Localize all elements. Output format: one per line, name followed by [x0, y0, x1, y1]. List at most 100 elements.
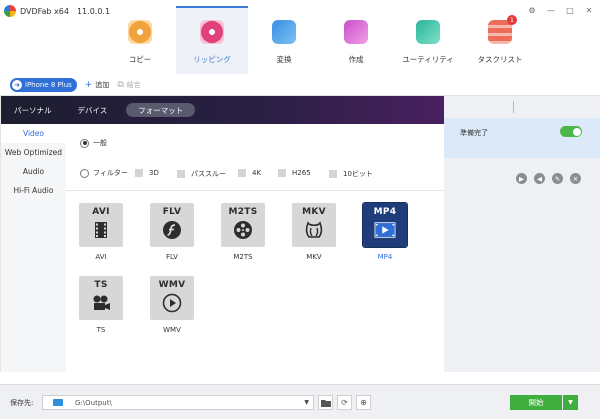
module-tabs: コピー リッピング 変換 作成 ユーティリティ 1 タスクリスト: [104, 6, 536, 74]
format-name: MKV: [306, 253, 322, 261]
arrow-right-icon: ➜: [12, 80, 22, 90]
checkbox-4k[interactable]: 4K: [238, 169, 261, 177]
play-icon[interactable]: ▶: [516, 173, 527, 184]
browse-folder-button[interactable]: [318, 395, 333, 410]
tab-label: タスクリスト: [477, 55, 523, 64]
camera-icon: [90, 292, 112, 314]
task-status-row: 準備完了: [444, 118, 600, 158]
add-label: 追加: [95, 81, 110, 89]
profile-tabs: パーソナル デバイス フォーマット: [1, 96, 445, 124]
checkbox-10bit[interactable]: 10ビット: [329, 169, 373, 179]
format-ts[interactable]: TS TS: [78, 276, 124, 334]
creator-icon: [344, 20, 368, 44]
checkbox-h265[interactable]: H265: [278, 169, 311, 177]
format-name: MP4: [377, 253, 393, 261]
tab-label: リッピング: [193, 55, 231, 64]
tab-ripper[interactable]: リッピング: [176, 6, 248, 74]
flash-icon: [161, 219, 183, 241]
filter-radio[interactable]: フィルター: [80, 168, 128, 178]
format-content: 一般 フィルター 3D パススルー 4K H265 10ビット AVI AVI …: [66, 124, 444, 372]
start-dropdown-button[interactable]: ▼: [563, 395, 578, 410]
tab-tasklist[interactable]: 1 タスクリスト: [464, 6, 536, 74]
format-name: TS: [96, 326, 106, 334]
task-toggle[interactable]: [560, 126, 582, 137]
task-panel: 準備完了 ▶ ◀ ✎ ✕: [444, 95, 600, 372]
format-m2ts[interactable]: M2TS M2TS: [220, 203, 266, 261]
radio-circle: [80, 168, 89, 178]
tab-personal[interactable]: パーソナル: [1, 96, 65, 124]
folder-open-icon: [320, 399, 331, 407]
format-name: WMV: [163, 326, 181, 334]
device-selector[interactable]: ➜ iPhone 8 Plus: [10, 78, 77, 92]
radio-circle: [80, 138, 89, 148]
format-mkv[interactable]: MKV MKV: [291, 203, 337, 261]
add-button[interactable]: + 追加: [85, 80, 110, 90]
general-label: 一般: [93, 139, 107, 147]
checkbox-box: [329, 170, 337, 178]
close-button[interactable]: ✕: [583, 4, 595, 16]
ripper-disc-icon: [200, 20, 224, 44]
format-tile-label: MP4: [373, 207, 397, 217]
maximize-button[interactable]: □: [564, 4, 576, 16]
tab-label: ユーティリティ: [402, 55, 454, 64]
format-tile-label: WMV: [158, 280, 186, 290]
film-reel-icon: [232, 219, 254, 241]
format-tile: FLV: [150, 203, 194, 247]
checkbox-box: [238, 169, 246, 177]
format-avi[interactable]: AVI AVI: [78, 203, 124, 261]
general-radio[interactable]: 一般: [80, 138, 107, 148]
tab-utility[interactable]: ユーティリティ: [392, 6, 464, 74]
task-count-badge: 1: [507, 15, 517, 25]
task-controls-area: ▶ ◀ ✎ ✕: [444, 158, 600, 372]
start-button[interactable]: 開始: [510, 395, 562, 410]
back-icon[interactable]: ◀: [534, 173, 545, 184]
refresh-button[interactable]: ⟳: [337, 395, 352, 410]
plus-icon: +: [84, 80, 93, 90]
dvdfab-logo-icon: [4, 5, 16, 17]
tab-copy[interactable]: コピー: [104, 6, 176, 74]
converter-film-icon: [272, 20, 296, 44]
edit-icon[interactable]: ✎: [552, 173, 563, 184]
bottom-bar: 保存先: G:\Output\ ▼ ⟳ ⊕ 開始 ▼: [0, 384, 600, 419]
output-path-field[interactable]: G:\Output\ ▼: [42, 395, 314, 410]
tab-format[interactable]: フォーマット: [126, 103, 196, 117]
globe-button[interactable]: ⊕: [356, 395, 371, 410]
source-bar: ➜ iPhone 8 Plus + 追加 ⧉ 結合: [0, 76, 600, 94]
output-path: G:\Output\: [75, 398, 112, 407]
close-icon[interactable]: ✕: [570, 173, 581, 184]
category-audio[interactable]: Audio: [1, 162, 66, 181]
format-mp4[interactable]: MP4 MP4: [362, 202, 408, 261]
format-tile-label: MKV: [302, 207, 326, 217]
format-tile-label: FLV: [162, 207, 182, 217]
mp4-play-icon: [374, 219, 396, 241]
format-tile-label: AVI: [92, 207, 110, 217]
folder-icon: [53, 399, 63, 406]
chevron-down-icon[interactable]: ▼: [304, 399, 309, 406]
format-name: FLV: [166, 253, 178, 261]
task-panel-header: [444, 96, 600, 118]
film-strip-icon: [90, 219, 112, 241]
header-separator: [513, 101, 514, 113]
merge-button[interactable]: ⧉ 結合: [117, 80, 140, 90]
checkbox-label: H265: [292, 169, 311, 177]
utility-folder-icon: [416, 20, 440, 44]
format-tile-label: M2TS: [228, 207, 258, 217]
checkbox-box: [278, 169, 286, 177]
tab-device[interactable]: デバイス: [65, 96, 121, 124]
format-flv[interactable]: FLV FLV: [149, 203, 195, 261]
format-wmv[interactable]: WMV WMV: [149, 276, 195, 334]
category-hifi-audio[interactable]: Hi-Fi Audio: [1, 181, 66, 200]
tab-converter[interactable]: 変換: [248, 6, 320, 74]
merge-label: 結合: [126, 81, 141, 89]
tab-creator[interactable]: 作成: [320, 6, 392, 74]
status-text: 準備完了: [460, 129, 488, 137]
checkbox-box: [177, 170, 185, 178]
category-web-optimized[interactable]: Web Optimized: [1, 143, 66, 162]
checkbox-3d[interactable]: 3D: [135, 169, 159, 177]
tab-label: 変換: [276, 55, 292, 64]
minimize-button[interactable]: —: [545, 4, 557, 16]
format-tile-label: TS: [94, 280, 108, 290]
checkbox-passthrough[interactable]: パススルー: [177, 169, 226, 179]
category-video[interactable]: Video: [1, 124, 66, 143]
tab-label: 作成: [348, 55, 364, 64]
